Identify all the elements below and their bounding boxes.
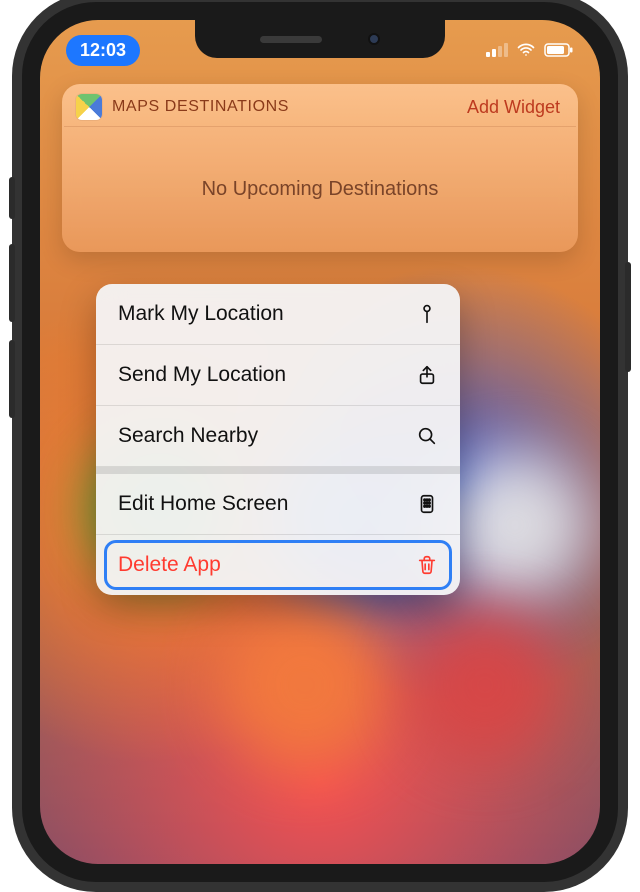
search-icon: [414, 425, 440, 447]
menu-item-delete-app[interactable]: Delete App: [96, 535, 460, 595]
menu-item-label: Search Nearby: [118, 424, 258, 448]
widget-empty-text: No Upcoming Destinations: [202, 178, 439, 201]
volume-up-button: [9, 244, 15, 322]
speaker-grille: [260, 36, 322, 43]
menu-item-search-nearby[interactable]: Search Nearby: [96, 406, 460, 467]
menu-item-send-my-location[interactable]: Send My Location: [96, 345, 460, 406]
home-screen-grid-icon: [414, 493, 440, 515]
status-time-pill[interactable]: 12:03: [66, 35, 140, 66]
menu-item-label: Send My Location: [118, 363, 286, 387]
share-icon: [414, 364, 440, 386]
screen: 12:03: [40, 20, 600, 864]
volume-down-button: [9, 340, 15, 418]
menu-item-mark-my-location[interactable]: Mark My Location: [96, 284, 460, 345]
wifi-icon: [516, 40, 536, 60]
phone-frame: 12:03: [22, 2, 618, 882]
maps-destinations-widget[interactable]: MAPS DESTINATIONS Add Widget No Upcoming…: [62, 84, 578, 252]
menu-item-label: Mark My Location: [118, 302, 284, 326]
pin-icon: [414, 303, 440, 325]
context-menu: Mark My Location Send My Location Search…: [96, 284, 460, 595]
battery-icon: [544, 43, 574, 57]
side-button: [625, 262, 631, 372]
cellular-signal-icon: [486, 43, 508, 57]
mute-switch: [9, 177, 15, 219]
menu-item-label: Edit Home Screen: [118, 492, 288, 516]
notch: [195, 20, 445, 58]
maps-app-icon: [76, 94, 102, 120]
widget-title: MAPS DESTINATIONS: [112, 98, 289, 116]
add-widget-button[interactable]: Add Widget: [467, 97, 560, 118]
trash-icon: [414, 554, 440, 576]
menu-item-edit-home-screen[interactable]: Edit Home Screen: [96, 467, 460, 535]
widget-body: No Upcoming Destinations: [64, 126, 576, 252]
front-camera: [368, 33, 380, 45]
menu-item-label: Delete App: [118, 553, 221, 577]
